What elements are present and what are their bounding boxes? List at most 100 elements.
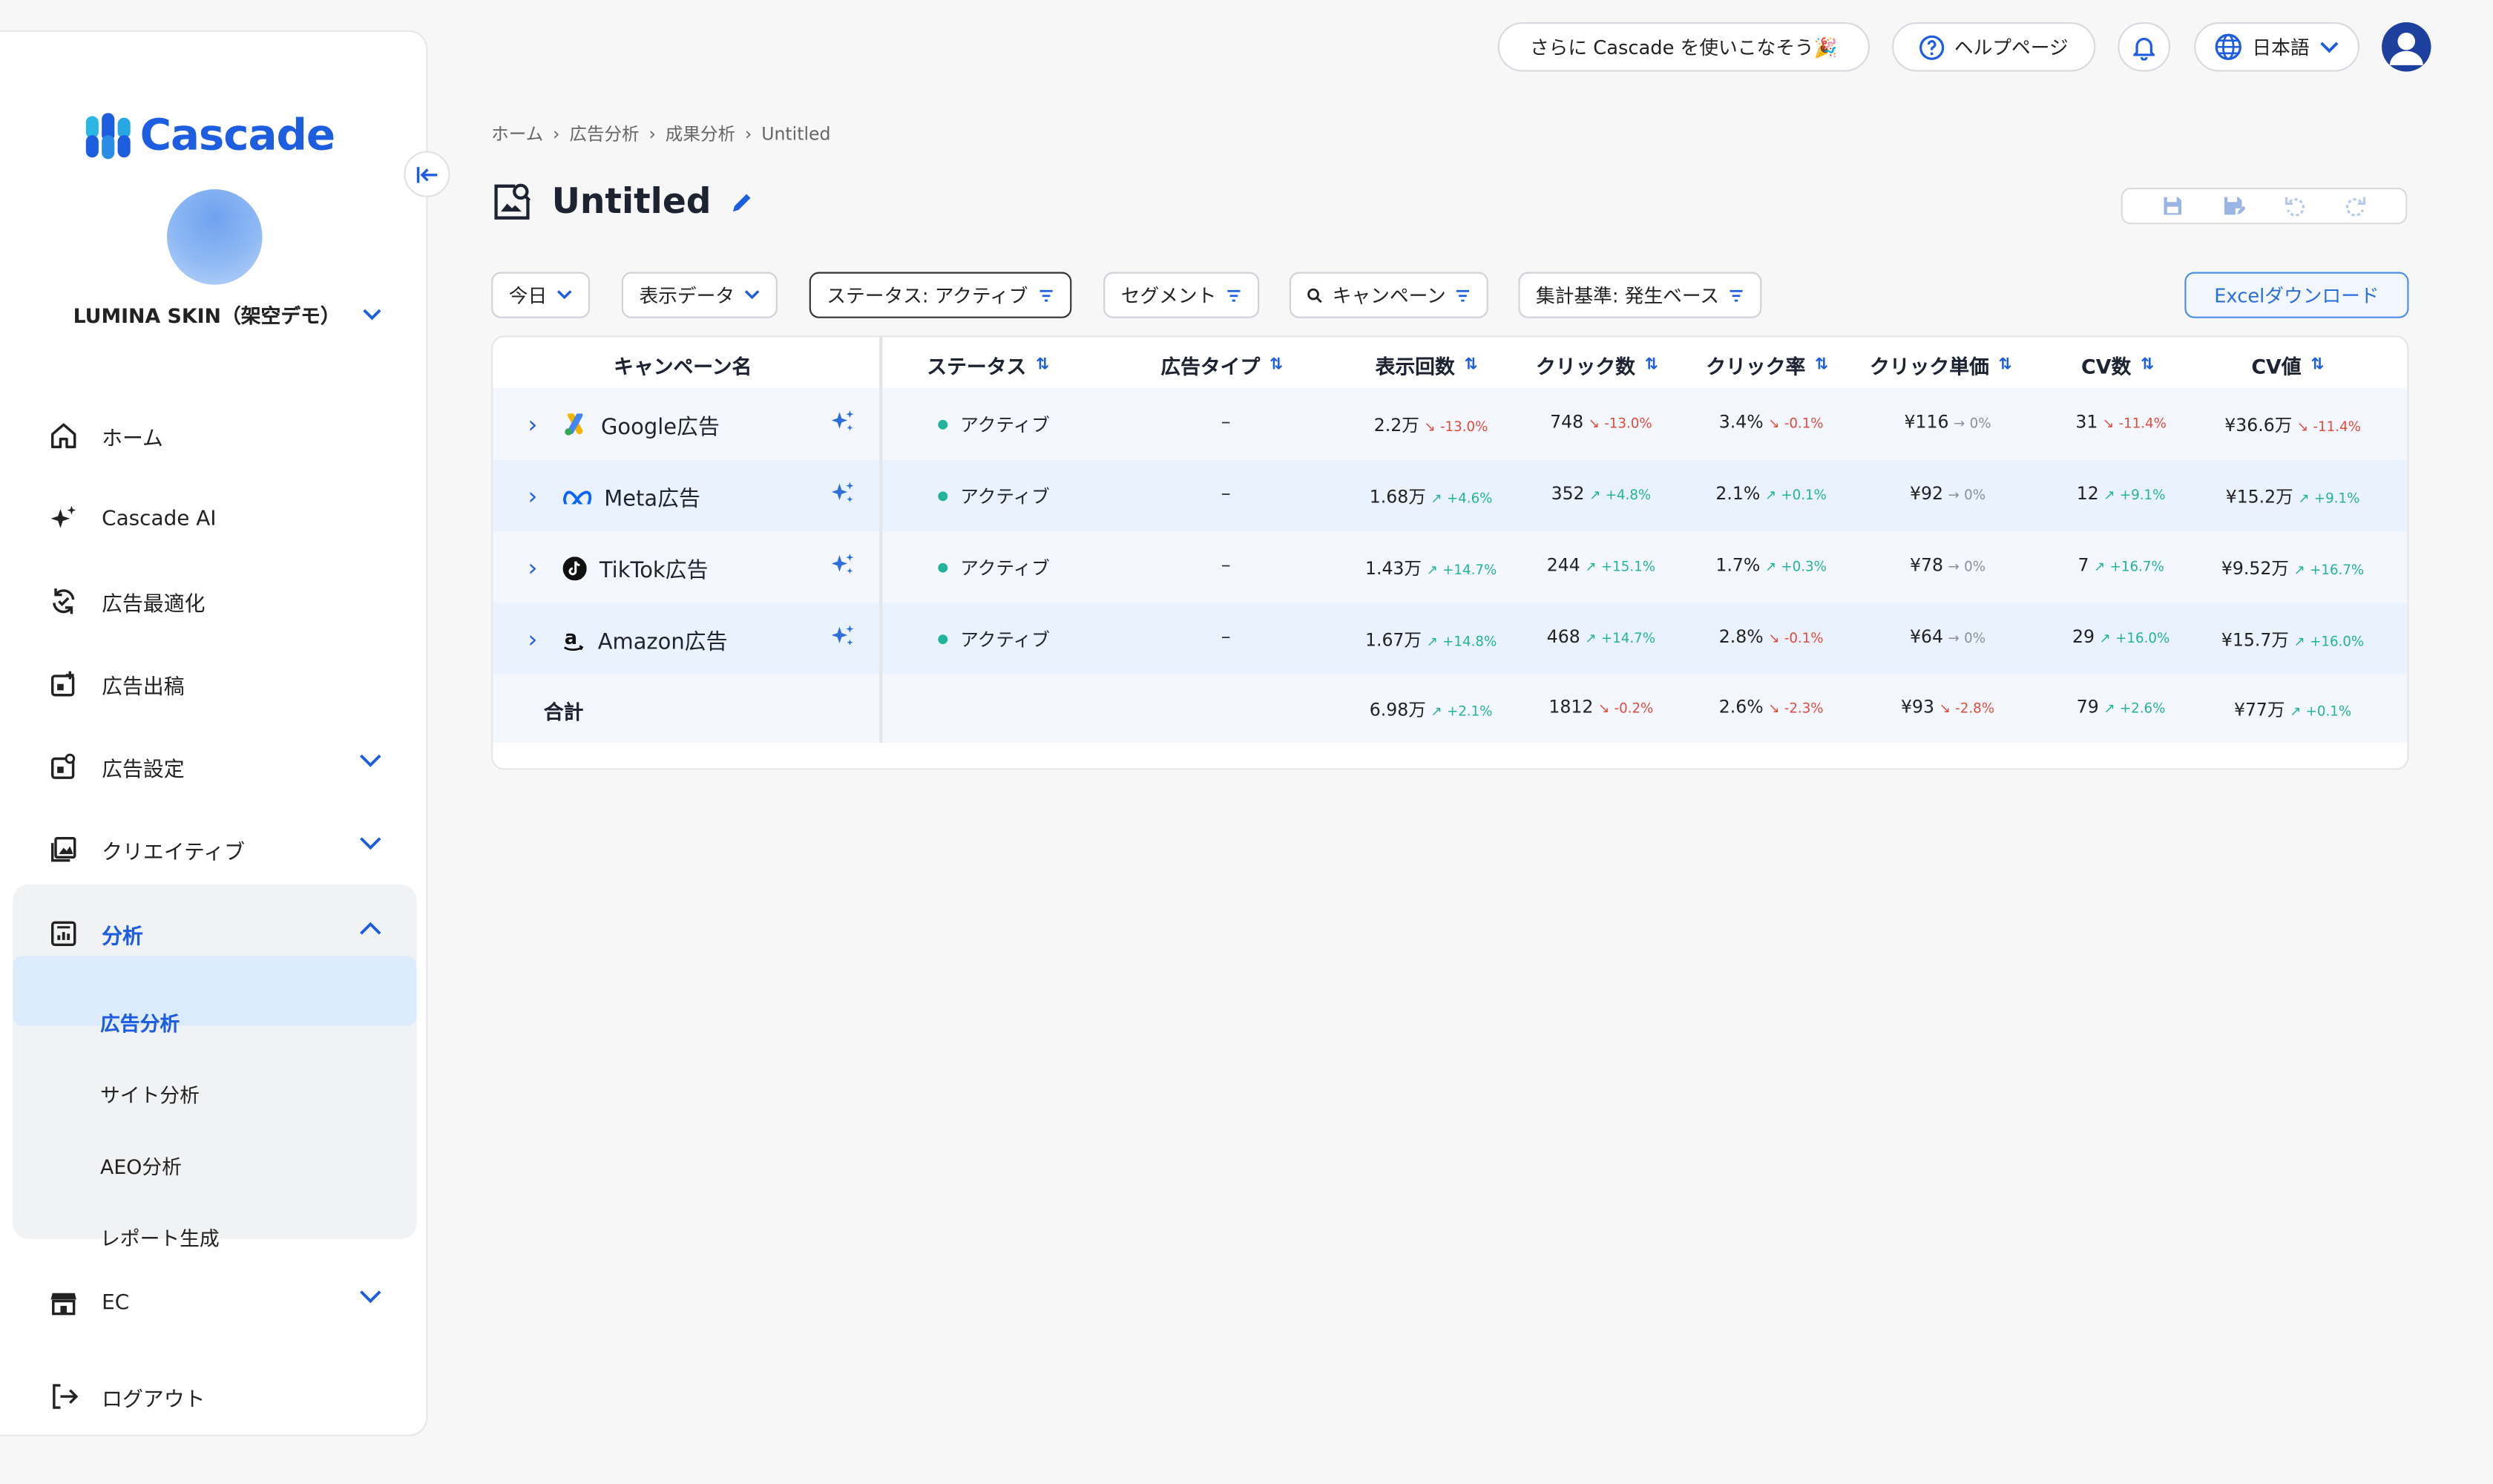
- sidebar-sub-aeo-analysis[interactable]: AEO分析: [100, 1150, 182, 1181]
- sidebar-item-cascade-ai[interactable]: Cascade AI: [47, 502, 381, 534]
- expand-chevron-icon[interactable]: ›: [528, 554, 550, 582]
- expand-chevron-icon[interactable]: ›: [528, 482, 550, 511]
- sidebar-item-ec[interactable]: EC: [47, 1287, 381, 1319]
- metric-value: 244: [1546, 555, 1580, 576]
- col-clicks[interactable]: クリック数 ⇅: [1536, 350, 1658, 381]
- table-row[interactable]: › TikTok広告 アクティブ – 1.43万 ↗ +14.7% 244 ↗ …: [493, 531, 2408, 603]
- language-selector[interactable]: 日本語: [2194, 22, 2360, 72]
- col-cpc[interactable]: クリック単価 ⇅: [1870, 350, 2012, 381]
- metric-delta: +16.0%: [2310, 634, 2365, 651]
- sidebar-item-logout[interactable]: ログアウト: [47, 1381, 381, 1413]
- metric-cell-impressions: 1.67万 ↗ +14.8%: [1365, 627, 1497, 652]
- breadcrumb-ad-analysis[interactable]: 広告分析: [569, 121, 639, 146]
- metric-cell-cv-value: ¥36.6万 ↘ -11.4%: [2224, 412, 2361, 437]
- campaign-filter[interactable]: キャンペーン: [1289, 272, 1489, 318]
- col-ctr[interactable]: クリック率 ⇅: [1706, 350, 1828, 381]
- sort-icon: ⇅: [1464, 356, 1478, 374]
- date-filter[interactable]: 今日: [491, 272, 591, 318]
- trend-down-icon: ↘: [1768, 701, 1780, 718]
- metric-value: ¥15.7万: [2221, 629, 2289, 651]
- user-avatar[interactable]: [2382, 22, 2431, 72]
- trend-up-icon: ↗: [2298, 491, 2310, 508]
- metric-cell-cv: 29 ↗ +16.0%: [2057, 627, 2184, 648]
- segment-filter[interactable]: セグメント: [1103, 272, 1260, 318]
- ad-type-cell: –: [1221, 625, 1231, 648]
- sidebar-item-label: EC: [102, 1290, 130, 1315]
- metric-value: 79: [2076, 696, 2099, 718]
- save-icon[interactable]: [2162, 196, 2183, 217]
- promo-button[interactable]: さらに Cascade を使いこなそう🎉: [1497, 22, 1870, 72]
- undo-icon[interactable]: [2285, 196, 2306, 217]
- bell-icon: [2133, 36, 2155, 60]
- table-row[interactable]: › Google広告 アクティブ – 2.2万 ↘ -13.0% 748 ↘ -…: [493, 388, 2408, 460]
- report-toolbar: [2121, 187, 2408, 225]
- app-root: Cascade LUMINA SKIN（架空デモ） ホーム Cascade AI…: [0, 0, 2493, 1484]
- col-ad-type[interactable]: 広告タイプ ⇅: [1160, 350, 1283, 381]
- ai-sparkle-icon[interactable]: [830, 552, 855, 584]
- col-cv-value[interactable]: CV値 ⇅: [2251, 350, 2324, 381]
- trend-flat-icon: →: [1948, 559, 1960, 576]
- expand-chevron-icon[interactable]: ›: [528, 625, 550, 654]
- collapse-sidebar-button[interactable]: [404, 151, 450, 197]
- trend-down-icon: ↘: [2296, 419, 2309, 436]
- basis-filter[interactable]: 集計基準: 発生ベース: [1518, 272, 1762, 318]
- sidebar-item-ad-publish[interactable]: 広告出稿: [47, 668, 381, 700]
- notification-button[interactable]: [2118, 22, 2171, 72]
- trend-down-icon: ↘: [1588, 416, 1600, 433]
- ai-sparkle-icon[interactable]: [830, 623, 855, 655]
- trend-flat-icon: →: [1953, 416, 1965, 433]
- sidebar-sub-ad-analysis[interactable]: 広告分析: [100, 1007, 180, 1037]
- breadcrumb-performance[interactable]: 成果分析: [666, 121, 735, 146]
- table-row[interactable]: › Meta広告 アクティブ – 1.68万 ↗ +4.6% 352 ↗ +4.…: [493, 459, 2408, 531]
- metric-delta: +2.1%: [1446, 704, 1493, 721]
- expand-chevron-icon[interactable]: ›: [528, 410, 550, 439]
- col-cv[interactable]: CV数 ⇅: [2081, 350, 2154, 381]
- col-campaign-name[interactable]: キャンペーン名: [614, 350, 752, 381]
- workspace-selector[interactable]: LUMINA SKIN（架空デモ）: [73, 299, 382, 329]
- col-label: ステータス: [927, 355, 1027, 379]
- sidebar-sub-site-analysis[interactable]: サイト分析: [100, 1078, 200, 1109]
- save-as-icon[interactable]: [2223, 196, 2245, 217]
- excel-download-button[interactable]: Excelダウンロード: [2184, 272, 2409, 318]
- collapse-left-icon: [416, 166, 437, 183]
- edit-pencil-icon[interactable]: [730, 190, 754, 214]
- trend-flat-icon: →: [1948, 631, 1960, 648]
- filter-icon: [1039, 289, 1052, 301]
- trend-up-icon: ↗: [1764, 488, 1776, 505]
- sidebar-item-home[interactable]: ホーム: [47, 420, 381, 452]
- col-impressions[interactable]: 表示回数 ⇅: [1376, 350, 1478, 381]
- display-data-filter[interactable]: 表示データ: [621, 272, 778, 318]
- metric-cell-cpc: ¥92 → 0%: [1884, 484, 2011, 505]
- sidebar-item-ad-settings[interactable]: 広告設定: [47, 751, 381, 783]
- campaign-name: Amazon広告: [597, 629, 728, 656]
- table-row[interactable]: › a Amazon広告 アクティブ – 1.67万 ↗ +14.8% 468 …: [493, 603, 2408, 674]
- breadcrumb-home[interactable]: ホーム: [491, 121, 543, 146]
- ai-sparkle-icon[interactable]: [830, 480, 855, 512]
- help-button[interactable]: ヘルプページ: [1892, 22, 2096, 72]
- campaign-cell: › Google広告: [528, 409, 719, 441]
- sidebar-item-creative[interactable]: クリエイティブ: [47, 833, 381, 865]
- ai-sparkle-icon[interactable]: [830, 409, 855, 441]
- metric-cell-cpc: ¥64 → 0%: [1884, 627, 2011, 648]
- amazon-icon: a: [563, 628, 585, 651]
- status-dot-icon: [938, 491, 948, 502]
- chevron-down-icon: [2319, 41, 2338, 53]
- col-status[interactable]: ステータス ⇅: [927, 350, 1049, 381]
- metric-delta: +16.7%: [2310, 562, 2365, 580]
- metric-value: 1.68万: [1369, 486, 1426, 508]
- metric-delta: +4.6%: [1446, 491, 1493, 508]
- col-label: クリック数: [1536, 355, 1636, 379]
- status-filter[interactable]: ステータス: アクティブ: [809, 272, 1071, 318]
- sidebar-sub-report[interactable]: レポート生成: [100, 1221, 220, 1252]
- redo-icon[interactable]: [2346, 196, 2367, 217]
- sidebar: Cascade LUMINA SKIN（架空デモ） ホーム Cascade AI…: [0, 30, 428, 1437]
- workspace-avatar[interactable]: [167, 189, 263, 285]
- metric-cell-cpc: ¥93 ↘ -2.8%: [1884, 697, 2011, 718]
- sidebar-item-ad-optimization[interactable]: 広告最適化: [47, 585, 381, 617]
- metric-cell-clicks: 1812 ↘ -0.2%: [1537, 697, 1664, 718]
- metric-delta: -0.2%: [1614, 701, 1654, 718]
- sidebar-item-analysis[interactable]: 分析: [47, 918, 381, 950]
- language-label: 日本語: [2252, 36, 2310, 59]
- cascade-logo[interactable]: Cascade: [85, 111, 335, 161]
- metric-delta: +15.1%: [1600, 559, 1656, 576]
